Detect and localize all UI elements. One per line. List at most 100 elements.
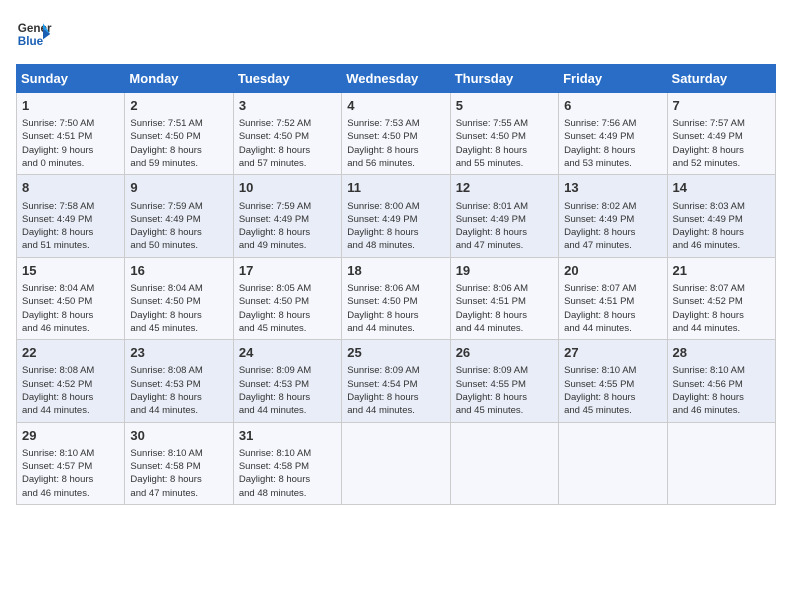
day-info: Sunrise: 7:56 AM Sunset: 4:49 PM Dayligh… — [564, 117, 661, 170]
col-header-saturday: Saturday — [667, 65, 775, 93]
day-number: 18 — [347, 262, 444, 280]
day-cell: 19 Sunrise: 8:06 AM Sunset: 4:51 PM Dayli… — [450, 257, 558, 339]
day-info: Sunrise: 8:08 AM Sunset: 4:52 PM Dayligh… — [22, 364, 119, 417]
day-cell: 17 Sunrise: 8:05 AM Sunset: 4:50 PM Dayli… — [233, 257, 341, 339]
day-number: 3 — [239, 97, 336, 115]
day-cell: 5 Sunrise: 7:55 AM Sunset: 4:50 PM Daylig… — [450, 93, 558, 175]
day-info: Sunrise: 7:52 AM Sunset: 4:50 PM Dayligh… — [239, 117, 336, 170]
day-info: Sunrise: 8:05 AM Sunset: 4:50 PM Dayligh… — [239, 282, 336, 335]
day-info: Sunrise: 7:55 AM Sunset: 4:50 PM Dayligh… — [456, 117, 553, 170]
page-header: General Blue — [16, 16, 776, 52]
day-cell: 2Sunrise: 7:51 AM Sunset: 4:50 PM Daylig… — [125, 93, 233, 175]
day-number: 11 — [347, 179, 444, 197]
day-number: 28 — [673, 344, 770, 362]
day-cell: 31Sunrise: 8:10 AM Sunset: 4:58 PM Dayli… — [233, 422, 341, 504]
day-cell: 15 Sunrise: 8:04 AM Sunset: 4:50 PM Dayli… — [17, 257, 125, 339]
day-number: 13 — [564, 179, 661, 197]
week-row-3: 15 Sunrise: 8:04 AM Sunset: 4:50 PM Dayli… — [17, 257, 776, 339]
day-cell: 30 Sunrise: 8:10 AM Sunset: 4:58 PM Dayli… — [125, 422, 233, 504]
day-number: 9 — [130, 179, 227, 197]
day-number: 14 — [673, 179, 770, 197]
day-number: 16 — [130, 262, 227, 280]
day-cell: 12Sunrise: 8:01 AM Sunset: 4:49 PM Dayli… — [450, 175, 558, 257]
day-number: 23 — [130, 344, 227, 362]
col-header-wednesday: Wednesday — [342, 65, 450, 93]
day-number: 6 — [564, 97, 661, 115]
day-cell: 8 Sunrise: 7:58 AM Sunset: 4:49 PM Daylig… — [17, 175, 125, 257]
col-header-thursday: Thursday — [450, 65, 558, 93]
col-header-sunday: Sunday — [17, 65, 125, 93]
day-info: Sunrise: 7:58 AM Sunset: 4:49 PM Dayligh… — [22, 200, 119, 253]
day-info: Sunrise: 8:09 AM Sunset: 4:54 PM Dayligh… — [347, 364, 444, 417]
day-number: 19 — [456, 262, 553, 280]
day-cell — [450, 422, 558, 504]
day-info: Sunrise: 8:04 AM Sunset: 4:50 PM Dayligh… — [22, 282, 119, 335]
day-number: 17 — [239, 262, 336, 280]
day-number: 1 — [22, 97, 119, 115]
day-info: Sunrise: 8:09 AM Sunset: 4:53 PM Dayligh… — [239, 364, 336, 417]
day-info: Sunrise: 8:07 AM Sunset: 4:51 PM Dayligh… — [564, 282, 661, 335]
day-info: Sunrise: 7:53 AM Sunset: 4:50 PM Dayligh… — [347, 117, 444, 170]
day-cell: 11 Sunrise: 8:00 AM Sunset: 4:49 PM Dayli… — [342, 175, 450, 257]
day-cell: 22 Sunrise: 8:08 AM Sunset: 4:52 PM Dayli… — [17, 340, 125, 422]
day-info: Sunrise: 7:50 AM Sunset: 4:51 PM Dayligh… — [22, 117, 119, 170]
day-number: 30 — [130, 427, 227, 445]
day-cell: 29Sunrise: 8:10 AM Sunset: 4:57 PM Dayli… — [17, 422, 125, 504]
day-cell — [667, 422, 775, 504]
day-info: Sunrise: 7:57 AM Sunset: 4:49 PM Dayligh… — [673, 117, 770, 170]
day-cell — [342, 422, 450, 504]
week-row-1: 1 Sunrise: 7:50 AM Sunset: 4:51 PM Daylig… — [17, 93, 776, 175]
day-cell: 10 Sunrise: 7:59 AM Sunset: 4:49 PM Dayli… — [233, 175, 341, 257]
day-cell: 3 Sunrise: 7:52 AM Sunset: 4:50 PM Daylig… — [233, 93, 341, 175]
col-header-monday: Monday — [125, 65, 233, 93]
day-number: 21 — [673, 262, 770, 280]
day-info: Sunrise: 8:10 AM Sunset: 4:56 PM Dayligh… — [673, 364, 770, 417]
day-number: 10 — [239, 179, 336, 197]
day-info: Sunrise: 8:10 AM Sunset: 4:58 PM Dayligh… — [130, 447, 227, 500]
day-cell: 7 Sunrise: 7:57 AM Sunset: 4:49 PM Daylig… — [667, 93, 775, 175]
day-number: 26 — [456, 344, 553, 362]
day-info: Sunrise: 7:59 AM Sunset: 4:49 PM Dayligh… — [239, 200, 336, 253]
day-info: Sunrise: 8:07 AM Sunset: 4:52 PM Dayligh… — [673, 282, 770, 335]
day-info: Sunrise: 8:09 AM Sunset: 4:55 PM Dayligh… — [456, 364, 553, 417]
day-info: Sunrise: 7:59 AM Sunset: 4:49 PM Dayligh… — [130, 200, 227, 253]
day-cell: 13 Sunrise: 8:02 AM Sunset: 4:49 PM Dayli… — [559, 175, 667, 257]
day-cell: 4 Sunrise: 7:53 AM Sunset: 4:50 PM Daylig… — [342, 93, 450, 175]
day-info: Sunrise: 8:10 AM Sunset: 4:55 PM Dayligh… — [564, 364, 661, 417]
day-cell: 25Sunrise: 8:09 AM Sunset: 4:54 PM Dayli… — [342, 340, 450, 422]
col-header-tuesday: Tuesday — [233, 65, 341, 93]
day-cell: 1 Sunrise: 7:50 AM Sunset: 4:51 PM Daylig… — [17, 93, 125, 175]
day-info: Sunrise: 8:10 AM Sunset: 4:57 PM Dayligh… — [22, 447, 119, 500]
day-number: 7 — [673, 97, 770, 115]
col-header-friday: Friday — [559, 65, 667, 93]
week-row-4: 22 Sunrise: 8:08 AM Sunset: 4:52 PM Dayli… — [17, 340, 776, 422]
logo: General Blue — [16, 16, 52, 52]
day-number: 31 — [239, 427, 336, 445]
calendar-table: SundayMondayTuesdayWednesdayThursdayFrid… — [16, 64, 776, 505]
day-cell: 24 Sunrise: 8:09 AM Sunset: 4:53 PM Dayli… — [233, 340, 341, 422]
day-number: 15 — [22, 262, 119, 280]
day-info: Sunrise: 8:00 AM Sunset: 4:49 PM Dayligh… — [347, 200, 444, 253]
day-number: 24 — [239, 344, 336, 362]
day-info: Sunrise: 8:04 AM Sunset: 4:50 PM Dayligh… — [130, 282, 227, 335]
day-cell: 20Sunrise: 8:07 AM Sunset: 4:51 PM Dayli… — [559, 257, 667, 339]
day-cell: 21 Sunrise: 8:07 AM Sunset: 4:52 PM Dayli… — [667, 257, 775, 339]
day-info: Sunrise: 8:06 AM Sunset: 4:51 PM Dayligh… — [456, 282, 553, 335]
day-number: 12 — [456, 179, 553, 197]
day-number: 5 — [456, 97, 553, 115]
day-number: 27 — [564, 344, 661, 362]
svg-text:Blue: Blue — [18, 35, 44, 48]
day-number: 4 — [347, 97, 444, 115]
day-cell: 26 Sunrise: 8:09 AM Sunset: 4:55 PM Dayli… — [450, 340, 558, 422]
day-cell: 6 Sunrise: 7:56 AM Sunset: 4:49 PM Daylig… — [559, 93, 667, 175]
calendar-header-row: SundayMondayTuesdayWednesdayThursdayFrid… — [17, 65, 776, 93]
day-info: Sunrise: 8:02 AM Sunset: 4:49 PM Dayligh… — [564, 200, 661, 253]
day-cell — [559, 422, 667, 504]
day-number: 8 — [22, 179, 119, 197]
day-info: Sunrise: 7:51 AM Sunset: 4:50 PM Dayligh… — [130, 117, 227, 170]
week-row-2: 8 Sunrise: 7:58 AM Sunset: 4:49 PM Daylig… — [17, 175, 776, 257]
day-info: Sunrise: 8:08 AM Sunset: 4:53 PM Dayligh… — [130, 364, 227, 417]
day-number: 22 — [22, 344, 119, 362]
day-cell: 23 Sunrise: 8:08 AM Sunset: 4:53 PM Dayli… — [125, 340, 233, 422]
day-cell: 28 Sunrise: 8:10 AM Sunset: 4:56 PM Dayli… — [667, 340, 775, 422]
